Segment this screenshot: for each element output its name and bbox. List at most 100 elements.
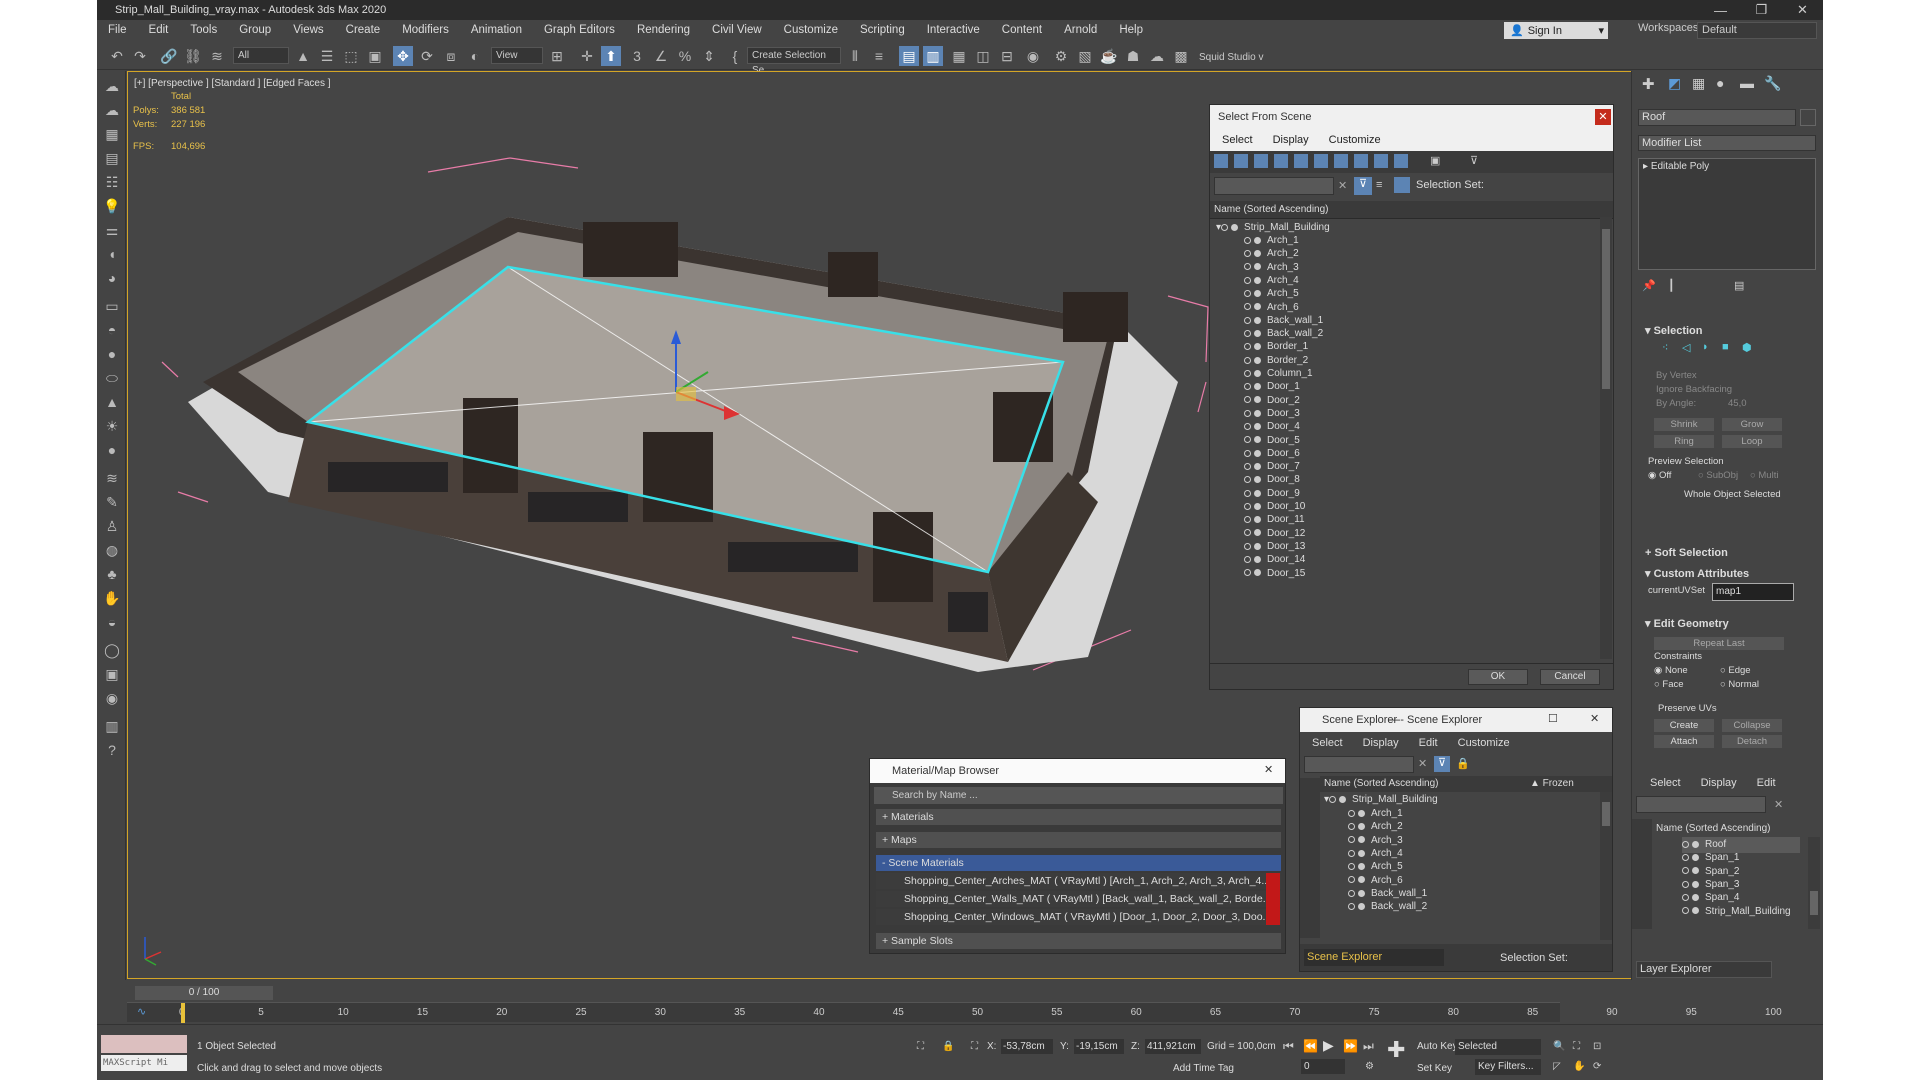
material-editor-icon[interactable]: ◉ bbox=[1023, 46, 1043, 66]
select-scale-icon[interactable]: ⧈ bbox=[441, 46, 461, 66]
plane-icon[interactable]: ▭ bbox=[101, 295, 123, 317]
by-vertex-checkbox[interactable]: By Vertex bbox=[1656, 370, 1697, 381]
visibility-icon[interactable] bbox=[1682, 840, 1689, 848]
display-containers-icon[interactable] bbox=[1394, 154, 1408, 168]
toggle-scene-explorer-icon[interactable]: ▤ bbox=[899, 46, 919, 66]
scene-materials-group[interactable]: - Scene Materials bbox=[876, 855, 1281, 871]
named-selection-dropdown[interactable]: Create Selection Se bbox=[747, 47, 841, 76]
time-config-icon[interactable]: ⚙ bbox=[1365, 1061, 1374, 1072]
filter-icon[interactable]: ⊽ bbox=[1470, 154, 1478, 167]
preview-subobj-radio[interactable]: ○ SubObj bbox=[1698, 470, 1738, 481]
previous-frame-icon[interactable]: ⏪ bbox=[1303, 1039, 1318, 1053]
collapse-button[interactable]: Collapse bbox=[1722, 719, 1782, 732]
pivot-center-icon[interactable]: ⊞ bbox=[547, 46, 567, 66]
visibility-icon[interactable] bbox=[1348, 876, 1355, 884]
visibility-icon[interactable] bbox=[1244, 529, 1251, 537]
material-item[interactable]: Shopping_Center_Arches_MAT ( VRayMtl ) [… bbox=[876, 873, 1281, 889]
hf-icon[interactable]: ✋ bbox=[101, 587, 123, 609]
visibility-icon[interactable] bbox=[1244, 276, 1251, 284]
ring-button[interactable]: Ring bbox=[1654, 435, 1714, 448]
display-geometry-icon[interactable] bbox=[1214, 154, 1228, 168]
menu-scripting[interactable]: Scripting bbox=[849, 24, 916, 36]
time-slider[interactable]: 0 / 100 bbox=[135, 986, 273, 1000]
border-icon[interactable]: ◗ bbox=[1702, 341, 1709, 353]
workspace-dropdown[interactable]: Default bbox=[1697, 22, 1817, 39]
document-icon[interactable]: ▤ bbox=[101, 147, 123, 169]
menu-tools[interactable]: Tools bbox=[179, 24, 228, 36]
orbit-icon[interactable]: ⟳ bbox=[1593, 1061, 1601, 1072]
visibility-icon[interactable] bbox=[1682, 867, 1689, 875]
hierarchy-tab-icon[interactable]: ▦ bbox=[1692, 75, 1705, 92]
person-icon[interactable]: ♙ bbox=[101, 515, 123, 537]
visibility-icon[interactable] bbox=[1244, 449, 1251, 457]
visibility-icon[interactable] bbox=[1244, 542, 1251, 550]
squid-studio-label[interactable]: Squid Studio v bbox=[1199, 52, 1264, 63]
keyboard-shortcut-override-icon[interactable]: ⬆ bbox=[601, 46, 621, 66]
edge-icon[interactable]: ◁ bbox=[1682, 341, 1690, 354]
visibility-icon[interactable] bbox=[1244, 383, 1251, 391]
next-frame-icon[interactable]: ⏩ bbox=[1343, 1039, 1358, 1053]
zoom-icon[interactable]: 🔍 bbox=[1553, 1041, 1565, 1052]
shrink-button[interactable]: Shrink bbox=[1654, 418, 1714, 431]
set-key-button[interactable]: Set Key bbox=[1417, 1063, 1452, 1074]
modifier-list-dropdown[interactable]: Modifier List bbox=[1638, 135, 1816, 151]
clipboard-icon[interactable]: ▥ bbox=[101, 715, 123, 737]
camera-icon[interactable]: ◕ bbox=[101, 267, 123, 289]
menu-animation[interactable]: Animation bbox=[460, 24, 533, 36]
perspective-viewport[interactable]: [+] [Perspective ] [Standard ] [Edged Fa… bbox=[127, 71, 1660, 979]
clear-search-icon[interactable]: ✕ bbox=[1774, 798, 1783, 811]
visibility-icon[interactable] bbox=[1244, 263, 1251, 271]
menu-rendering[interactable]: Rendering bbox=[626, 24, 701, 36]
menu-help[interactable]: Help bbox=[1108, 24, 1154, 36]
list-item[interactable]: Strip_Mall_Building bbox=[1682, 904, 1791, 920]
image-icon[interactable]: ▦ bbox=[101, 123, 123, 145]
layer-explorer-dropdown[interactable]: Layer Explorer bbox=[1636, 961, 1772, 978]
pan-icon[interactable]: ✋ bbox=[1573, 1061, 1585, 1072]
mirror-icon[interactable]: ⫴ bbox=[845, 46, 865, 66]
menu-edit[interactable]: Edit bbox=[1757, 777, 1776, 789]
menu-group[interactable]: Group bbox=[228, 24, 282, 36]
create-tab-icon[interactable]: ✚ bbox=[1642, 75, 1655, 93]
visibility-icon[interactable] bbox=[1682, 907, 1689, 915]
angle-snap-icon[interactable]: ∠ bbox=[651, 46, 671, 66]
close-icon[interactable]: ✕ bbox=[1595, 109, 1611, 125]
visibility-icon[interactable] bbox=[1244, 409, 1251, 417]
ok-button[interactable]: OK bbox=[1468, 669, 1528, 685]
menu-edit[interactable]: Edit bbox=[1419, 737, 1438, 749]
menu-modifiers[interactable]: Modifiers bbox=[391, 24, 460, 36]
select-object-icon[interactable]: ▲ bbox=[293, 46, 313, 66]
filter-toggle-icon[interactable]: ⊽ bbox=[1354, 177, 1372, 195]
plant-icon[interactable]: ♣ bbox=[101, 563, 123, 585]
polygon-icon[interactable]: ■ bbox=[1722, 341, 1729, 353]
by-angle-checkbox[interactable]: By Angle: bbox=[1656, 398, 1696, 409]
constraint-edge-radio[interactable]: ○ Edge bbox=[1720, 665, 1751, 676]
visibility-icon[interactable] bbox=[1244, 356, 1251, 364]
visibility-icon[interactable] bbox=[1244, 436, 1251, 444]
visibility-icon[interactable] bbox=[1244, 516, 1251, 524]
display-shapes-icon[interactable] bbox=[1234, 154, 1248, 168]
visibility-icon[interactable] bbox=[1348, 836, 1355, 844]
absolute-mode-icon[interactable]: ⛶ bbox=[971, 1041, 978, 1052]
cylinder-icon[interactable]: ⬭ bbox=[101, 367, 123, 389]
teapot-icon[interactable]: ☁ bbox=[101, 75, 123, 97]
custom-attributes-rollout[interactable]: ▾ Custom Attributes bbox=[1645, 567, 1749, 580]
align-icon[interactable]: ≡ bbox=[869, 46, 889, 66]
menu-graph-editors[interactable]: Graph Editors bbox=[533, 24, 626, 36]
display-lights-icon[interactable] bbox=[1254, 154, 1268, 168]
field-of-view-icon[interactable]: ◸ bbox=[1553, 1061, 1561, 1072]
material-item[interactable]: Shopping_Center_Windows_MAT ( VRayMtl ) … bbox=[876, 909, 1281, 925]
minimize-icon[interactable]: — bbox=[1388, 712, 1400, 726]
hair-icon[interactable]: ≋ bbox=[101, 467, 123, 489]
display-tab-icon[interactable]: ▬ bbox=[1740, 75, 1754, 91]
detach-button[interactable]: Detach bbox=[1722, 735, 1782, 748]
maximize-button[interactable]: ❐ bbox=[1741, 0, 1782, 20]
globe-icon[interactable]: ◍ bbox=[101, 539, 123, 561]
motion-tab-icon[interactable]: ● bbox=[1716, 75, 1724, 91]
show-end-result-icon[interactable]: ┃ bbox=[1668, 279, 1675, 292]
sign-in-dropdown[interactable]: 👤 Sign In ▾ bbox=[1504, 22, 1608, 39]
maxscript-mini-listener[interactable]: MAXScript Mi bbox=[101, 1055, 187, 1071]
name-column-header[interactable]: Name (Sorted Ascending) bbox=[1324, 778, 1439, 789]
visibility-icon[interactable] bbox=[1244, 290, 1251, 298]
menu-interactive[interactable]: Interactive bbox=[916, 24, 991, 36]
visibility-icon[interactable] bbox=[1682, 880, 1689, 888]
